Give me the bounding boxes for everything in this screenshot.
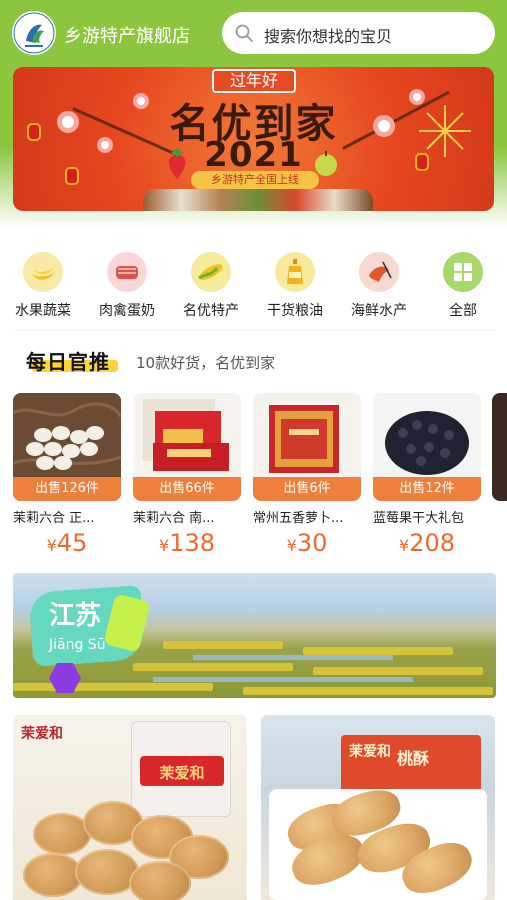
package-image: 茉爱和 [131, 721, 231, 817]
product-name: 茉莉六合 南... [133, 511, 215, 526]
meat-icon [107, 252, 147, 292]
category-label: 名优特产 [183, 303, 239, 319]
product-sold-count: 出售66件 [133, 477, 241, 501]
strawberry-icon [168, 149, 186, 179]
featured-product-card[interactable]: 茉爱和 桃酥 [261, 715, 495, 900]
region-name: 江苏 [49, 601, 102, 631]
fruit-veg-icon [23, 252, 63, 292]
category-specialty[interactable]: 名优特产 [168, 250, 254, 322]
product-price: ¥208 [399, 529, 455, 557]
food-platter-image [143, 189, 373, 211]
seafood-icon [359, 252, 399, 292]
banner-subtitle: 乡游特产全国上线 [191, 171, 319, 189]
daily-products-list: 出售126件 茉莉六合 正... ¥45 出售66件 茉莉六合 南... ¥13… [0, 393, 507, 563]
product-sold-count: 出售126件 [13, 477, 121, 501]
apple-icon [315, 151, 337, 176]
product-name: 常州五香萝卜... [253, 511, 344, 526]
featured-product-card[interactable]: 茉爱和 茉爱和 [13, 715, 247, 900]
product-sold-count: 出售12件 [373, 477, 481, 501]
search-placeholder: 搜索你想找的宝贝 [264, 27, 393, 46]
category-dry-goods-oil[interactable]: 干货粮油 [252, 250, 338, 322]
search-icon [235, 24, 253, 42]
category-meat-egg-dairy[interactable]: 肉禽蛋奶 [84, 250, 170, 322]
store-name[interactable]: 乡游特产旗舰店 [64, 22, 190, 48]
product-name: 茉莉六合 正... [13, 511, 95, 526]
oil-icon [275, 252, 315, 292]
section-divider [13, 330, 494, 331]
grid-icon [443, 252, 483, 292]
category-bar: 水果蔬菜 肉禽蛋奶 名优特产 干货粮油 海鲜水产 全部 [0, 250, 507, 322]
category-label: 水果蔬菜 [15, 303, 71, 319]
daily-picks-subtitle: 10款好货，名优到家 [136, 354, 276, 372]
region-banner[interactable]: 江苏 Jiāng Sū [13, 573, 496, 698]
banner-area: 过年好 名优到家 2021 乡游特产全国上线 [0, 66, 507, 228]
banner-year: 2021 [204, 135, 303, 175]
category-label: 海鲜水产 [351, 303, 407, 319]
product-price: ¥45 [46, 529, 88, 557]
product-price: ¥138 [159, 529, 215, 557]
region-pinyin: Jiāng Sū [49, 637, 106, 653]
product-sold-count: 出售6件 [253, 477, 361, 501]
category-label: 干货粮油 [267, 303, 323, 319]
product-name: 蓝莓果干大礼包 [373, 511, 465, 526]
brand-logo: 茉爱和 [21, 726, 63, 742]
category-label: 肉禽蛋奶 [99, 303, 155, 319]
corn-icon [191, 252, 231, 292]
category-seafood[interactable]: 海鲜水产 [336, 250, 422, 322]
next-product-peek[interactable] [492, 393, 507, 501]
category-all[interactable]: 全部 [420, 250, 506, 322]
category-fruit-veg[interactable]: 水果蔬菜 [0, 250, 86, 322]
cake-image [23, 853, 83, 897]
store-logo-icon[interactable] [12, 11, 56, 55]
product-price: ¥30 [286, 529, 328, 557]
banner-tag: 过年好 [212, 69, 296, 93]
daily-picks-title: 每日官推 [26, 346, 120, 376]
category-label: 全部 [449, 303, 477, 319]
search-input[interactable]: 搜索你想找的宝贝 [222, 12, 495, 54]
cake-image [129, 861, 191, 900]
header-bar: 乡游特产旗舰店 搜索你想找的宝贝 [0, 0, 507, 66]
promo-banner[interactable]: 过年好 名优到家 2021 乡游特产全国上线 [13, 67, 494, 211]
